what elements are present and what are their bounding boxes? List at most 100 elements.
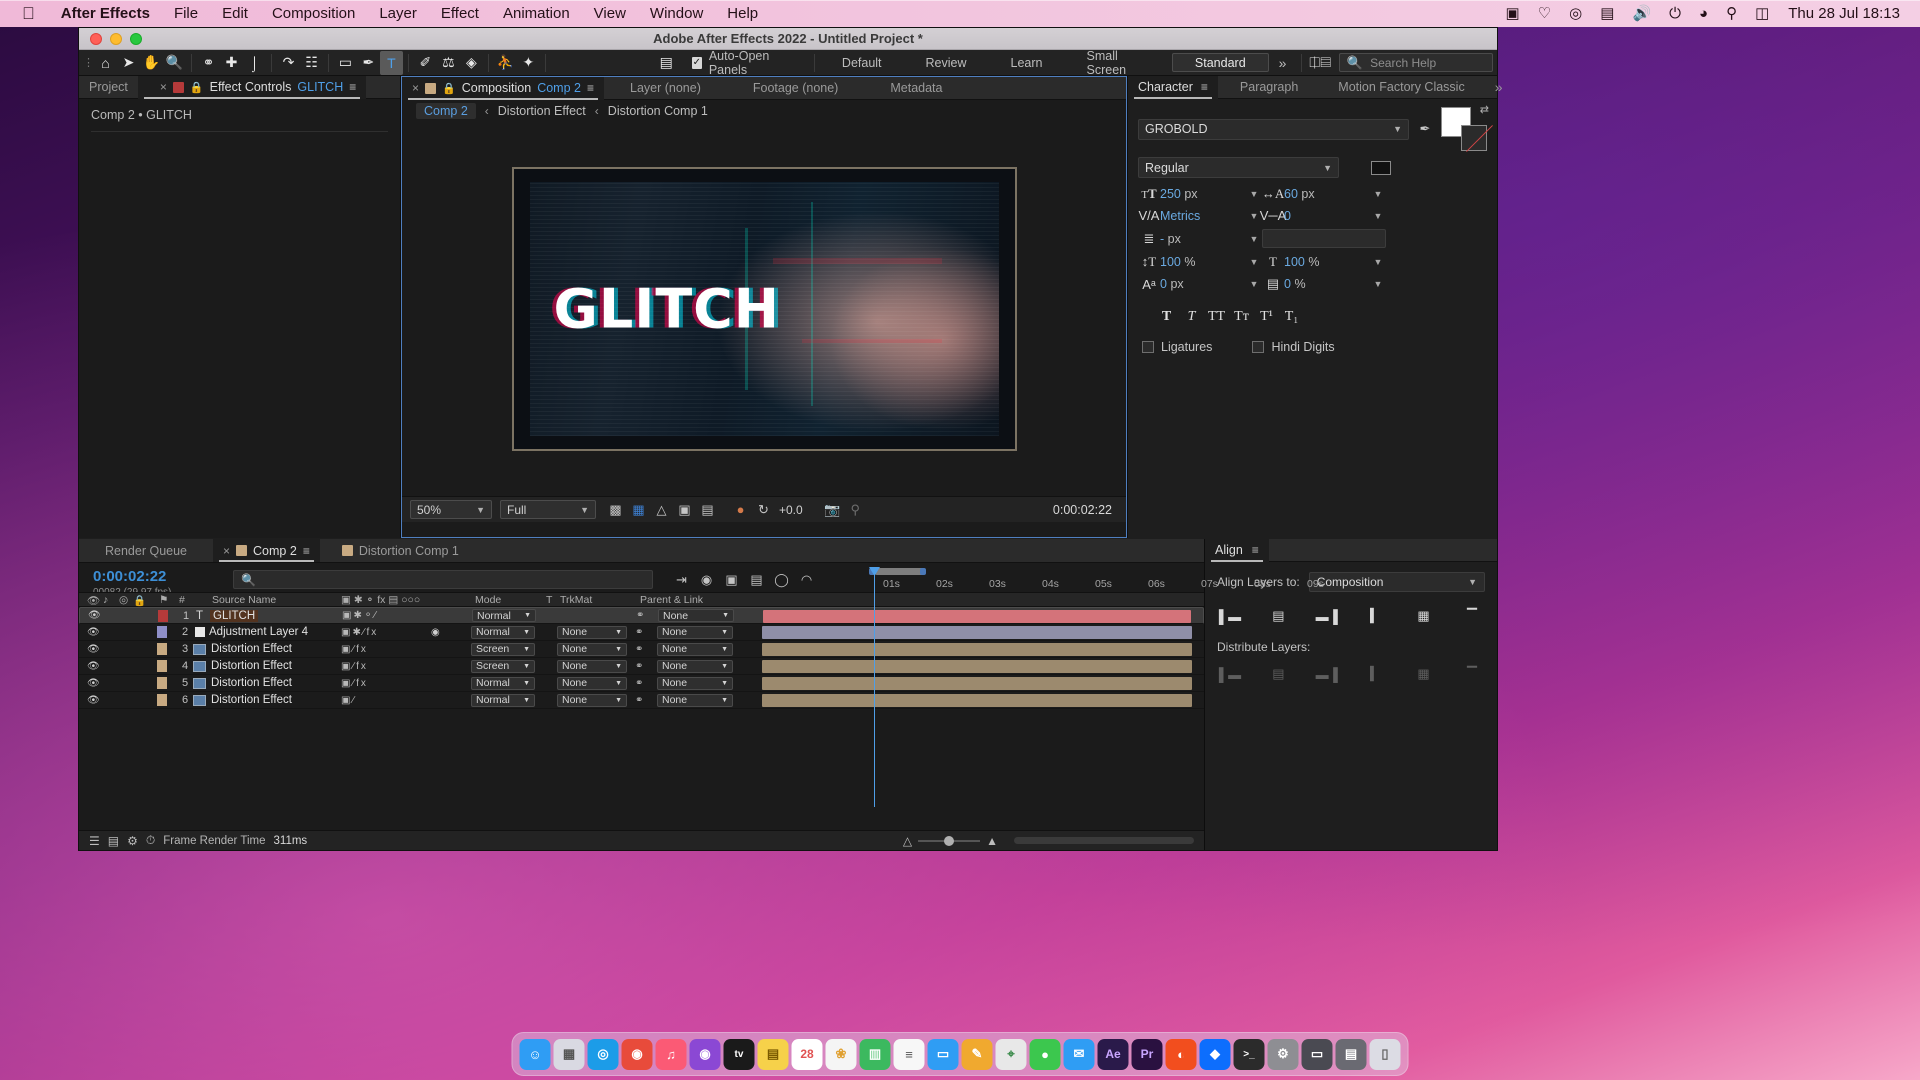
calendar-icon[interactable]: 28 [791,1038,823,1070]
control-center-icon[interactable]: ◫ [1746,0,1778,27]
tab-render-queue[interactable]: Render Queue [79,539,213,562]
font-style-select[interactable]: Regular ▼ [1138,157,1339,178]
layer-parent-select[interactable]: None ▼ [657,625,733,639]
layer-duration-bar[interactable] [762,626,1192,639]
figma-icon[interactable]: ◐ [1165,1038,1197,1070]
layer-mode-select[interactable]: Normal ▼ [471,693,535,707]
layer-parent-select[interactable]: None ▼ [657,676,733,690]
workspace-panel-icon[interactable]: ▤ [655,51,678,75]
layer-mode-select[interactable]: Normal ▼ [472,609,536,622]
layer-visibility-toggle[interactable]: 👁 [87,627,100,638]
rotation-icon[interactable]: ⚭ [197,51,220,75]
kerning-field[interactable]: Metrics [1160,209,1246,223]
menu-item-effect[interactable]: Effect [429,0,491,27]
vertical-scale-dropdown-icon[interactable]: ▼ [1246,257,1262,267]
trash-icon[interactable]: ▯ [1369,1038,1401,1070]
resolution-select[interactable]: Full ▼ [500,500,596,519]
stroke-color-swatch[interactable] [1461,125,1487,151]
layer-trkmat-select[interactable]: None ▼ [557,642,627,656]
minimize-window-button[interactable] [110,32,122,45]
layer-source-name[interactable]: Distortion Effect [211,643,292,655]
timeline-playhead[interactable] [869,567,880,807]
toolbar-grip[interactable]: ⋮ [83,51,94,75]
clone-stamp-icon[interactable]: ⚖ [437,51,460,75]
panel-menu-icon[interactable]: ≡ [303,544,310,558]
tab-comp-2[interactable]: × Comp 2 ≡ [213,539,320,562]
pan-behind-icon[interactable]: ⌡ [243,51,266,75]
hindi-digits-checkbox[interactable]: Hindi Digits [1252,340,1335,354]
numbers-icon[interactable]: ▥ [859,1038,891,1070]
composition-canvas[interactable]: GLITCH [511,167,1017,451]
table-row[interactable]: 👁 1 T GLITCH ▣✱⚬∕ Normal ▼ ⚭ None ▼ [79,607,1204,624]
launchpad-icon[interactable]: ▦ [553,1038,585,1070]
tab-paragraph[interactable]: Paragraph [1218,76,1320,99]
tab-footage[interactable]: Footage (none) [727,77,864,100]
workspace-learn[interactable]: Learn [989,51,1065,75]
layer-trkmat-select[interactable]: None ▼ [557,676,627,690]
calendar-icon[interactable]: ▤ [1591,0,1623,27]
align-top-icon[interactable]: ▍ [1364,606,1386,626]
close-icon[interactable]: × [160,80,167,94]
after-effects-icon[interactable]: Ae [1097,1038,1129,1070]
subscript-icon[interactable]: T₁ [1279,306,1304,328]
close-icon[interactable]: × [223,544,230,558]
eyedropper-icon[interactable]: ✒ [1416,121,1434,137]
menu-item-view[interactable]: View [582,0,638,27]
horizontal-scale-dropdown-icon[interactable]: ▼ [1370,257,1386,267]
tab-metadata[interactable]: Metadata [864,77,968,100]
layer-source-name[interactable]: Distortion Effect [211,660,292,672]
breadcrumb-item-distortion-comp-1[interactable]: Distortion Comp 1 [608,104,708,118]
pages-icon[interactable]: ✎ [961,1038,993,1070]
adjustment-layer-icon[interactable]: ◉ [431,627,440,638]
menu-item-after-effects[interactable]: After Effects [49,0,162,27]
graph-editor-icon[interactable]: ◠ [794,569,819,590]
hide-shy-layers-icon[interactable]: ▣ [719,569,744,590]
wifi-icon[interactable]: ◕ [1690,0,1717,27]
distribute-bottom-icon[interactable]: ▔ [1461,664,1483,684]
layer-switches[interactable]: ▣✱∕fx [341,627,378,638]
align-bottom-icon[interactable]: ▔ [1461,606,1483,626]
proportional-grid-icon[interactable]: ▣ [673,500,696,520]
swap-colors-icon[interactable]: ⇄ [1480,103,1489,116]
podcasts-icon[interactable]: ◉ [689,1038,721,1070]
parent-pickwhip-icon[interactable]: ⚭ [635,695,643,706]
layer-label-color[interactable] [157,677,167,689]
maximize-window-button[interactable] [130,32,142,45]
panel-menu-icon[interactable]: ≡ [587,81,594,95]
character-blank-field[interactable] [1262,229,1386,248]
shape-rect-icon[interactable]: ▭ [334,51,357,75]
volume-icon[interactable]: 🔊 [1623,0,1660,27]
zoom-out-timeline-icon[interactable]: △ [903,834,912,848]
stopwatch-icon[interactable]: ⏱ [146,833,155,848]
tab-effect-controls[interactable]: × 🔒 Effect Controls GLITCH ≡ [137,75,367,99]
workspace-review[interactable]: Review [904,51,989,75]
tab-align[interactable]: Align ≡ [1205,538,1269,562]
show-snapshot-icon[interactable]: ⚲ [844,500,867,520]
roto-brush-icon[interactable]: ↷ [277,51,300,75]
puppet-pin-icon[interactable]: ☷ [300,51,323,75]
layer-switches[interactable]: ▣∕fx [341,661,368,672]
layer-switches[interactable]: ▣∕fx [341,644,368,655]
toggle-switches-modes-icon[interactable]: ☰ [89,834,100,848]
font-size-field[interactable]: 250 px [1160,187,1246,201]
layer-visibility-toggle[interactable]: 👁 [87,661,100,672]
align-vertical-center-icon[interactable]: ▦ [1413,606,1435,626]
distribute-right-icon[interactable]: ▬▐ [1316,664,1338,684]
superscript-icon[interactable]: T¹ [1254,306,1279,328]
layer-duration-bar[interactable] [762,677,1192,690]
screens-icon[interactable]: ▤ [1335,1038,1367,1070]
parent-pickwhip-icon[interactable]: ⚭ [635,678,643,689]
settings-icon[interactable]: ⚙ [1267,1038,1299,1070]
all-caps-icon[interactable]: TT [1204,306,1229,328]
layer-label-color[interactable] [157,694,167,706]
font-family-select[interactable]: GROBOLD ▼ [1138,118,1409,140]
guides-icon[interactable]: ▤ [696,500,719,520]
menu-bar-clock[interactable]: Thu 28 Jul 18:13 [1778,5,1904,22]
layer-mode-select[interactable]: Screen ▼ [471,659,535,673]
pen-icon[interactable]: ✒ [357,51,380,75]
work-area-end-handle[interactable] [920,568,926,575]
layer-parent-select[interactable]: None ▼ [657,693,733,707]
panel-menu-icon[interactable]: ≡ [1201,80,1208,94]
zoom-in-timeline-icon[interactable]: ▲ [986,834,998,848]
parent-pickwhip-icon[interactable]: ⚭ [635,627,643,638]
